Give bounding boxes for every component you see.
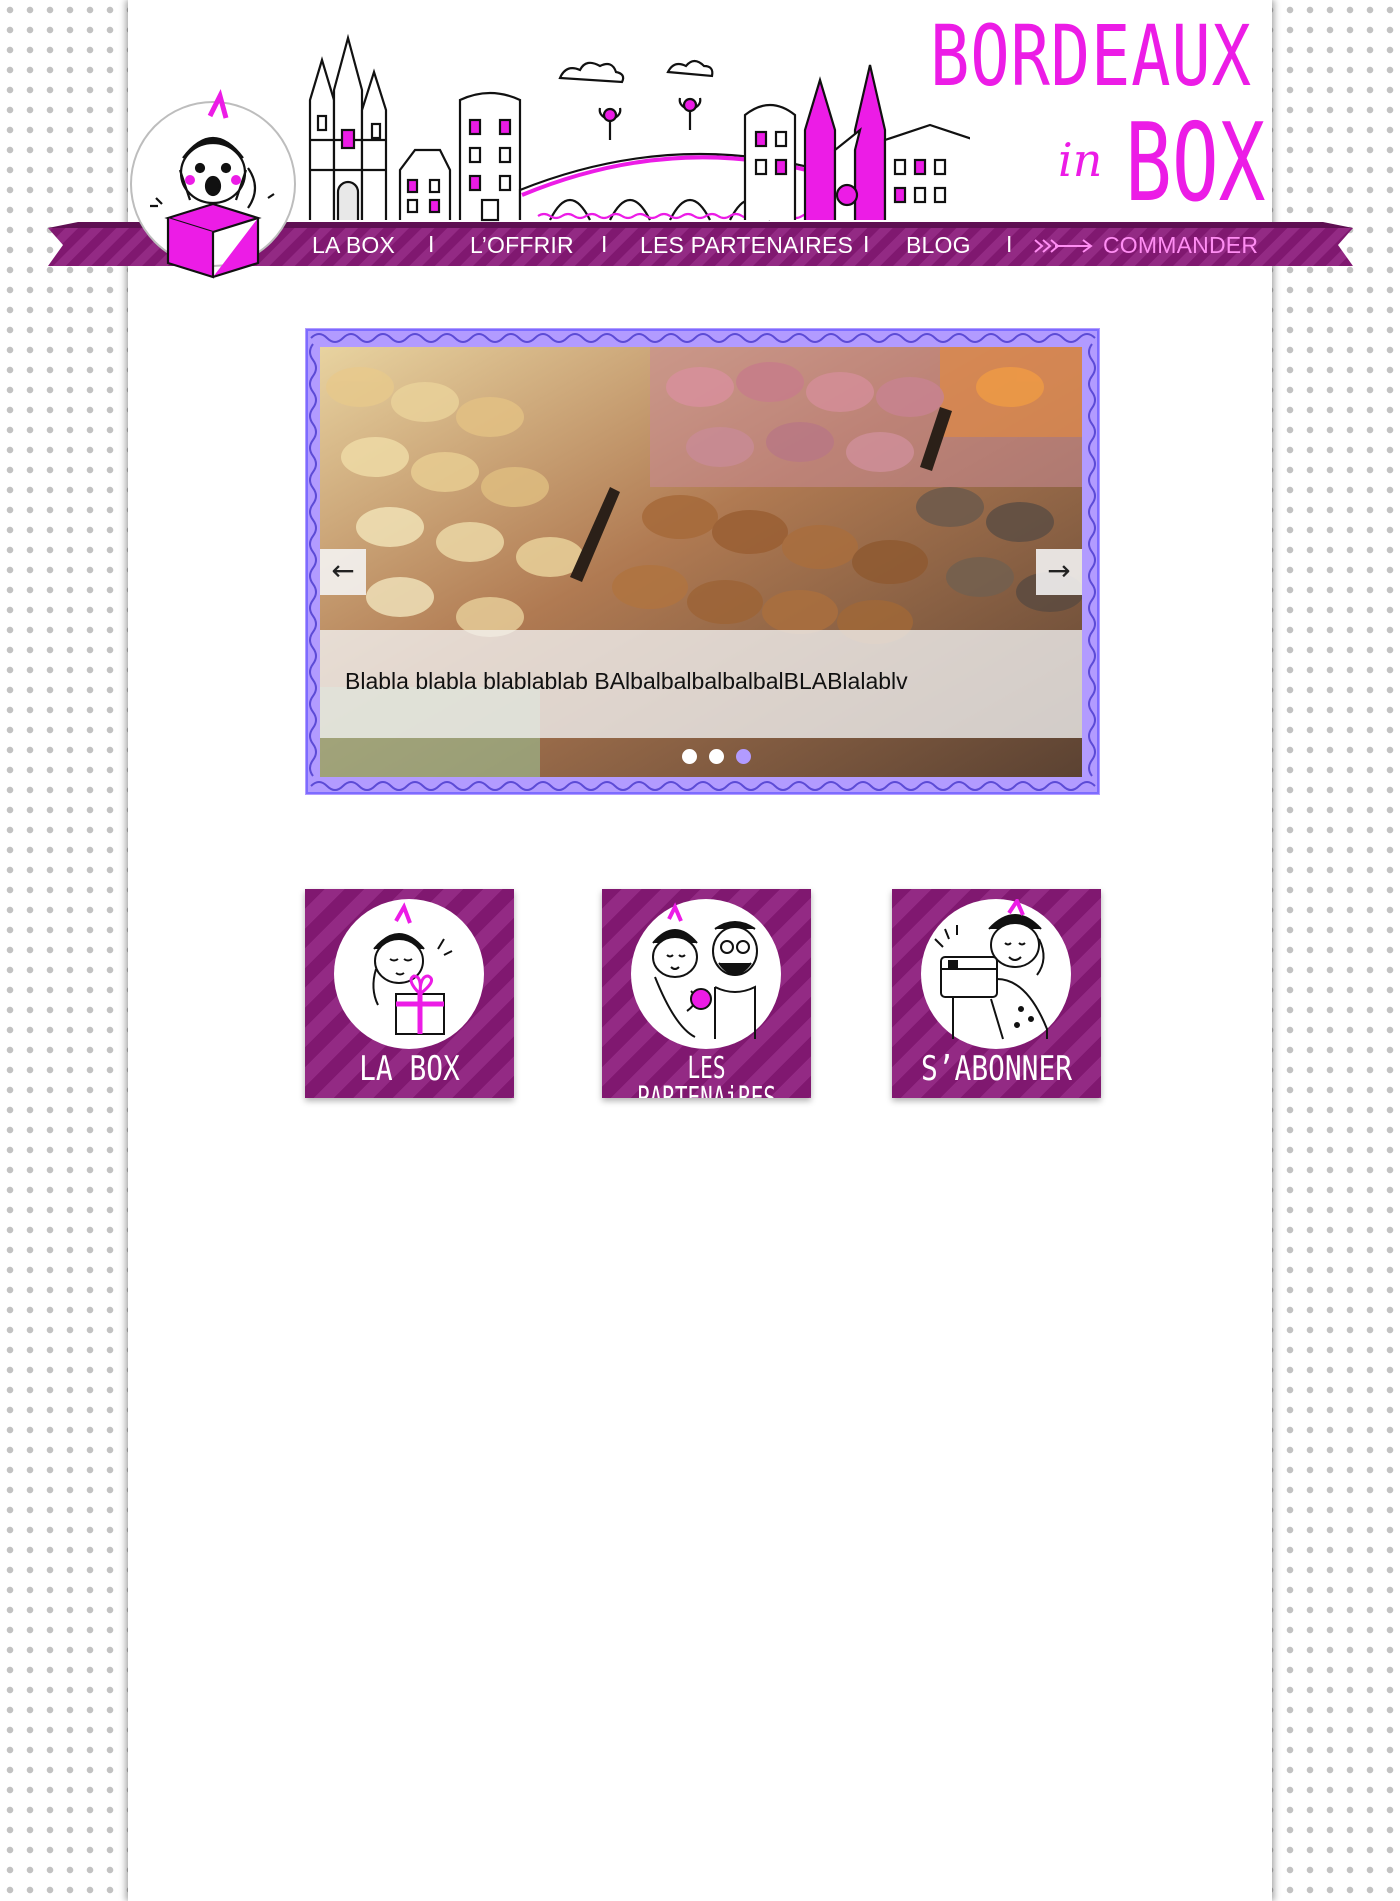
girl-with-mailbox-illustration xyxy=(934,899,1048,1040)
nav-separator: I xyxy=(428,231,435,257)
partners-illustration xyxy=(652,902,758,1039)
slider-prev-button[interactable]: ← xyxy=(320,549,366,595)
slide-caption: Blabla blabla blablablab BAlbalbalbalbal… xyxy=(345,668,908,694)
tile-label: S’ABONNER xyxy=(920,1049,1073,1089)
image-slider: Blabla blabla blablablab BAlbalbalbalbal… xyxy=(305,328,1100,795)
arrow-left-icon: ← xyxy=(331,554,355,587)
arrow-decoration-icon xyxy=(1034,239,1093,253)
nav-item-la-box[interactable]: LA BOX xyxy=(312,232,395,259)
slider-dot[interactable] xyxy=(682,749,697,764)
brand-line-3: BOX xyxy=(1125,101,1266,226)
nav-item-blog[interactable]: BLOG xyxy=(906,232,971,259)
slider-dot[interactable] xyxy=(709,749,724,764)
nav-separator: I xyxy=(863,231,870,257)
brand-logo[interactable]: BORDEAUX in BOX xyxy=(930,7,1270,218)
nav-separator: I xyxy=(1006,231,1013,257)
arrow-right-icon: → xyxy=(1047,554,1071,587)
girl-with-gift-illustration xyxy=(372,902,453,1035)
tile-label: LA BOX xyxy=(359,1049,460,1089)
nav-item-offrir[interactable]: L’OFFRIR xyxy=(470,232,574,259)
slider-next-button[interactable]: → xyxy=(1036,549,1082,595)
slide-image: Blabla blabla blablablab BAlbalbalbalbal… xyxy=(320,347,1082,777)
nav-item-commander[interactable]: COMMANDER xyxy=(1103,232,1258,259)
tile-illustration-circle xyxy=(631,899,781,1049)
mascot-girl-box-illustration[interactable] xyxy=(128,88,298,288)
tile-illustration-circle xyxy=(334,899,484,1049)
tile-sabonner[interactable]: S’ABONNER xyxy=(892,889,1101,1098)
tile-les-partenaires[interactable]: LES PARTENAiRES xyxy=(602,889,811,1098)
slide-caption-band: Blabla blabla blablablab BAlbalbalbalbal… xyxy=(320,630,1082,738)
nav-item-partenaires[interactable]: LES PARTENAIRES xyxy=(640,232,853,259)
tile-label: LES PARTENAiRES xyxy=(637,1051,776,1099)
tile-la-box[interactable]: LA BOX xyxy=(305,889,514,1098)
tile-illustration-circle xyxy=(921,899,1071,1049)
slider-dot-active[interactable] xyxy=(736,749,751,764)
brand-line-1: BORDEAUX xyxy=(930,7,1252,105)
bordeaux-skyline-illustration xyxy=(308,33,970,222)
nav-separator: I xyxy=(601,231,608,257)
brand-line-2: in xyxy=(1058,133,1103,187)
